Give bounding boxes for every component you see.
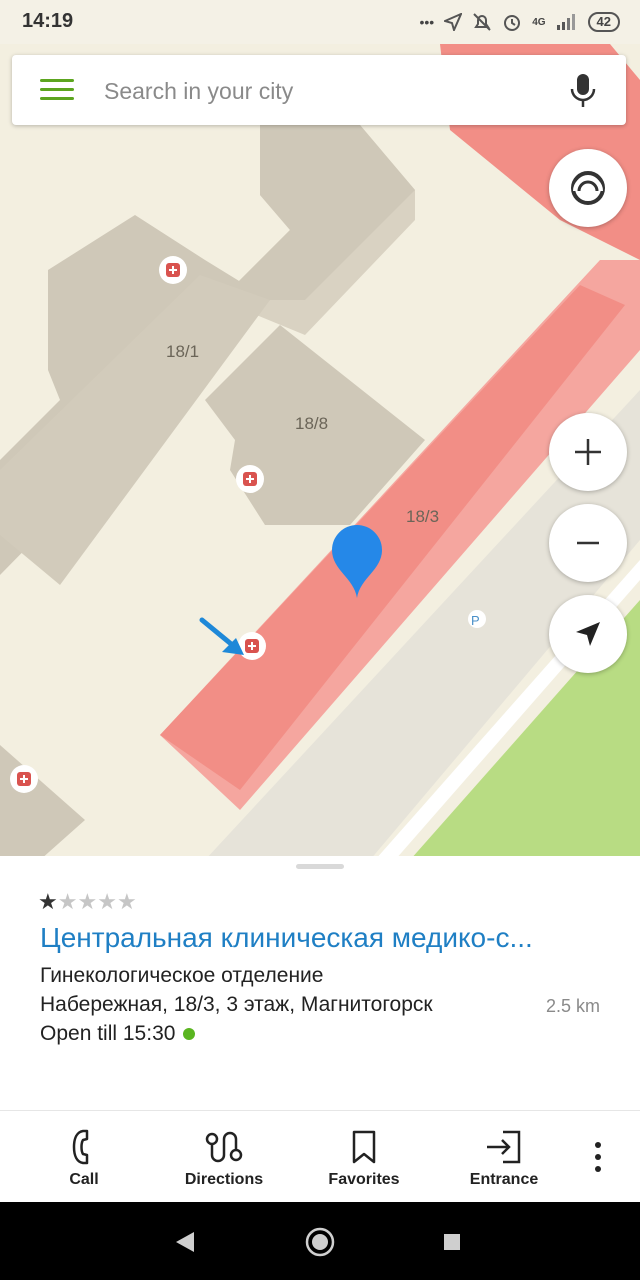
home-icon[interactable] [304, 1226, 336, 1258]
entrance-button[interactable]: Entrance [434, 1111, 574, 1203]
building-label-18-1: 18/1 [166, 342, 199, 361]
medical-poi-icon[interactable] [236, 465, 264, 493]
directions-label: Directions [184, 1171, 264, 1188]
place-hours: Open till 15:30 [40, 1022, 196, 1046]
place-subtitle: Гинекологическое отделение [40, 964, 324, 987]
entrance-label: Entrance [469, 1171, 539, 1188]
navigation-arrow-icon [576, 622, 600, 646]
navigation-bar [0, 1202, 640, 1280]
map-view[interactable]: 18/1 18/8 18/3 P [0, 44, 640, 856]
mute-bell-icon [473, 13, 491, 31]
map-canvas[interactable]: 18/1 18/8 18/3 P [0, 44, 640, 856]
signal-icon [556, 14, 575, 30]
star-icon: ★ [116, 889, 137, 914]
star-icon: ★ [38, 889, 58, 914]
call-label: Call [69, 1171, 99, 1188]
place-card[interactable]: ★★★★★ Центральная клиническая медико-с..… [0, 856, 640, 1110]
star-icon: ★ [77, 889, 98, 914]
hours-text: Open till 15:30 [40, 1022, 176, 1045]
call-button[interactable]: Call [14, 1111, 154, 1203]
medical-poi-icon[interactable] [238, 632, 266, 660]
plus-icon [575, 439, 601, 465]
building-label-18-8: 18/8 [295, 414, 328, 433]
status-bar: 14:19 ••• 4G 42 [0, 0, 640, 44]
more-vertical-icon [595, 1142, 601, 1172]
status-time: 14:19 [22, 10, 74, 32]
bookmark-icon [352, 1130, 376, 1164]
place-address: Набережная, 18/3, 3 этаж, Магнитогорск [40, 993, 433, 1016]
parking-icon[interactable]: P [468, 610, 486, 628]
layers-button[interactable] [549, 149, 627, 227]
svg-text:P: P [471, 613, 480, 628]
place-title[interactable]: Центральная клиническая медико-с... [40, 922, 610, 954]
search-bar[interactable]: Search in your city [12, 55, 626, 125]
status-icons: ••• 4G 42 [419, 8, 620, 36]
phone-icon [72, 1129, 89, 1165]
menu-icon[interactable] [40, 79, 74, 101]
zoom-in-button[interactable] [549, 413, 627, 491]
place-distance: 2.5 km [545, 996, 600, 1016]
battery-icon: 42 [587, 12, 620, 32]
compass-layers-icon [571, 171, 605, 205]
action-bar: Call Directions Favorites Entrance [0, 1110, 640, 1203]
alarm-icon [504, 15, 521, 31]
search-input[interactable]: Search in your city [104, 78, 293, 105]
back-icon[interactable] [174, 1230, 196, 1254]
rating-stars: ★★★★★ [38, 889, 137, 915]
network-type: 4G [532, 16, 546, 28]
zoom-out-button[interactable] [549, 504, 627, 582]
star-icon: ★ [57, 889, 78, 914]
notification-dots-icon: ••• [419, 14, 435, 30]
my-location-button[interactable] [549, 595, 627, 673]
route-icon [205, 1131, 243, 1163]
building-label-18-3: 18/3 [406, 507, 439, 526]
minus-icon [577, 541, 599, 545]
medical-poi-icon[interactable] [159, 256, 187, 284]
star-icon: ★ [97, 889, 117, 914]
entrance-icon [487, 1130, 521, 1164]
recents-icon[interactable] [443, 1233, 461, 1251]
drag-handle[interactable] [296, 864, 344, 869]
microphone-icon[interactable] [570, 73, 596, 109]
favorites-button[interactable]: Favorites [294, 1111, 434, 1203]
medical-poi-icon[interactable] [10, 765, 38, 793]
directions-button[interactable]: Directions [154, 1111, 294, 1203]
more-button[interactable] [578, 1135, 618, 1179]
favorites-label: Favorites [328, 1171, 400, 1188]
open-status-dot [183, 1028, 196, 1041]
location-arrow-icon [444, 13, 463, 31]
